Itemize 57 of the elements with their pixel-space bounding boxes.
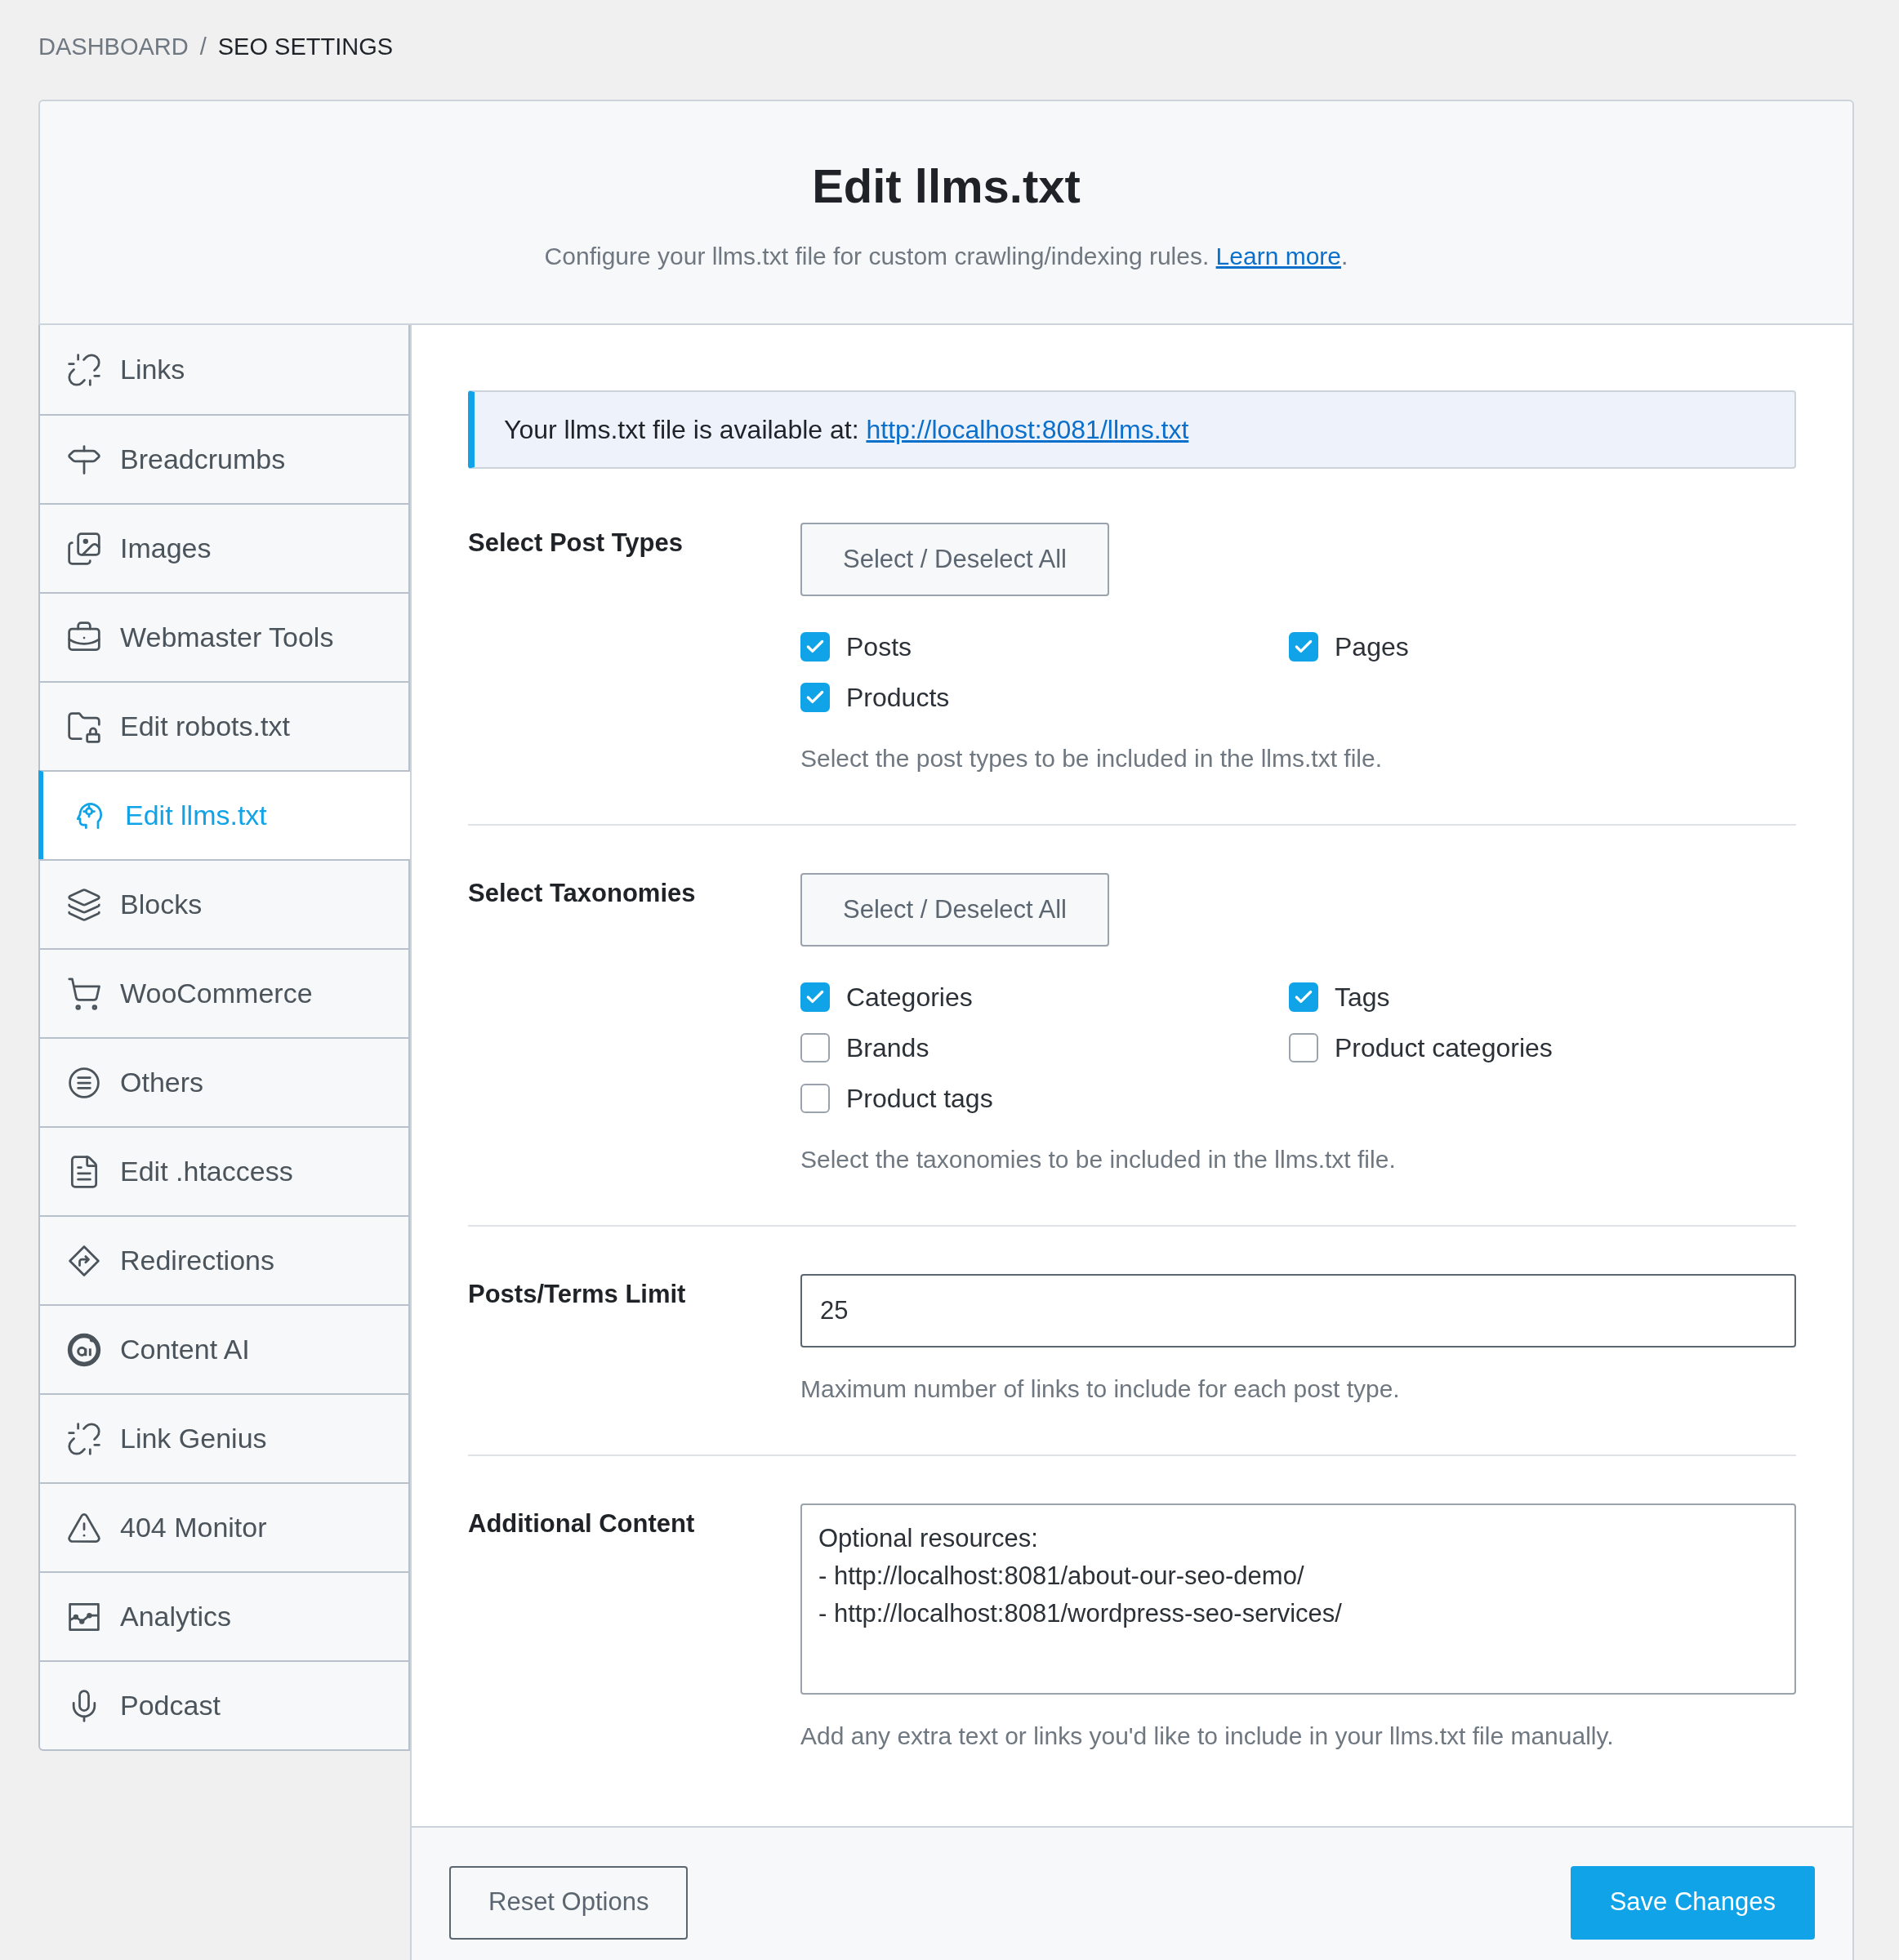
checkbox-label: Posts <box>846 631 912 663</box>
section-label: Select Post Types <box>468 528 684 559</box>
limit-input[interactable]: 25 <box>800 1274 1796 1348</box>
section-label: Select Taxonomies <box>468 878 697 909</box>
notice-text: Your llms.txt file is available at: http://localhost:8081/llms.txt <box>504 414 1189 446</box>
sidebar-item[interactable]: Images <box>40 503 408 592</box>
checkbox[interactable] <box>800 632 830 662</box>
help-text: Select the taxonomies to be included in the llms.txt file. <box>800 1145 1397 1174</box>
reset-options-button[interactable]: Reset Options <box>449 1865 689 1940</box>
checkbox[interactable] <box>800 982 830 1012</box>
breadcrumb-separator: / <box>199 33 207 62</box>
sidebar-item[interactable]: Podcast <box>40 1660 408 1749</box>
sidebar-item[interactable]: Blocks <box>40 859 408 948</box>
select-all-button[interactable]: Select / Deselect All <box>800 523 1109 596</box>
broken-link-icon <box>66 1420 102 1457</box>
ai-badge-icon <box>66 1331 102 1368</box>
help-text: Select the post types to be included in the llms.txt file. <box>800 744 1384 773</box>
select-all-button[interactable]: Select / Deselect All <box>800 873 1109 947</box>
checkbox[interactable] <box>800 1084 830 1113</box>
content-textarea[interactable]: Optional resources: - http://localhost:8081/about-our-seo-demo/ - http://localhost:8081/wordpress-seo-services/ <box>800 1503 1796 1695</box>
sidebar-item[interactable]: Webmaster Tools <box>40 592 408 681</box>
checkbox-label: Categories <box>846 982 973 1013</box>
checkbox-label: Product tags <box>846 1083 993 1115</box>
sidebar-item[interactable]: Breadcrumbs <box>40 414 408 503</box>
checkbox[interactable] <box>800 683 830 712</box>
section-label: Posts/Terms Limit <box>468 1279 687 1310</box>
layers-icon <box>66 886 102 923</box>
checkbox[interactable] <box>800 1033 830 1062</box>
checkbox-label: Product categories <box>1335 1032 1553 1064</box>
checkbox-label: Products <box>846 682 950 714</box>
sidebar-item[interactable]: Links <box>40 325 408 414</box>
sidebar-item[interactable]: Analytics <box>40 1571 408 1660</box>
sidebar-item[interactable]: 404 Monitor <box>40 1482 408 1571</box>
checkbox-label: Pages <box>1335 631 1409 663</box>
section-label: Additional Content <box>468 1508 696 1539</box>
cart-icon <box>66 975 102 1012</box>
page-description: Configure your llms.txt file for custom crawling/indexing rules. Learn more. <box>544 242 1348 271</box>
sidebar-item[interactable]: Redirections <box>40 1215 408 1304</box>
checkbox-label: Brands <box>846 1032 929 1064</box>
sidebar-item[interactable]: Link Genius <box>40 1393 408 1482</box>
breadcrumb-current: SEO SETTINGS <box>217 33 394 62</box>
sidebar-item[interactable]: Edit .htaccess <box>40 1126 408 1215</box>
sidebar-item[interactable]: WooCommerce <box>40 948 408 1037</box>
checkbox-label: Tags <box>1335 982 1390 1013</box>
llms-url-link[interactable]: http://localhost:8081/llms.txt <box>866 415 1189 444</box>
checkbox[interactable] <box>1289 982 1318 1012</box>
sidebar-item[interactable]: Content AI <box>40 1304 408 1393</box>
broken-link-icon <box>66 351 102 388</box>
checkbox[interactable] <box>1289 1033 1318 1062</box>
page-title: Edit llms.txt <box>812 158 1081 214</box>
help-text: Maximum number of links to include for each post type. <box>800 1374 1401 1404</box>
help-text: Add any extra text or links you'd like to include in your llms.txt file manually. <box>800 1722 1615 1751</box>
images-icon <box>66 530 102 567</box>
learn-more-link[interactable]: Learn more <box>1215 243 1342 270</box>
breadcrumb-link[interactable]: DASHBOARD <box>38 29 189 65</box>
sidebar-item[interactable]: Others <box>40 1037 408 1126</box>
checkbox[interactable] <box>1289 632 1318 662</box>
